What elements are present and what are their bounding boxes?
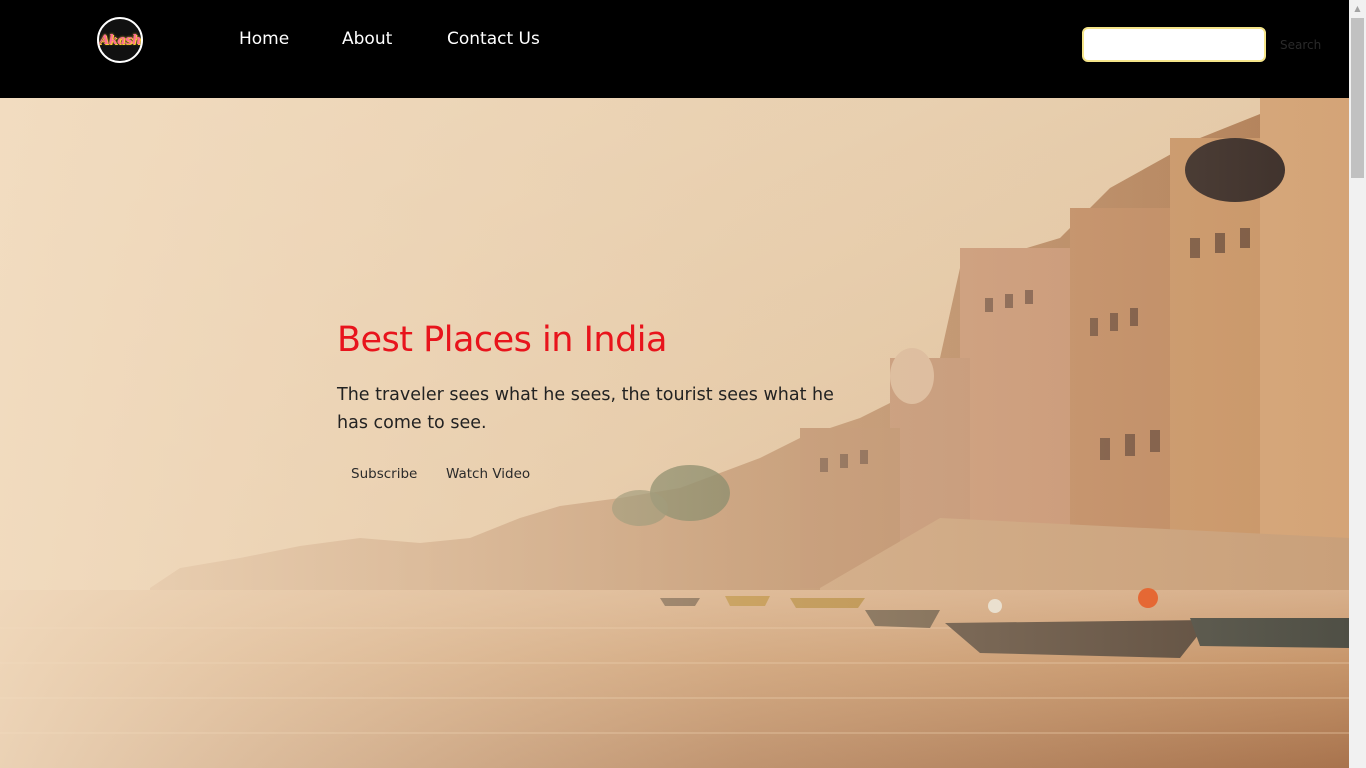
scroll-up-icon[interactable]: ▲ [1349,0,1366,17]
subscribe-button[interactable]: Subscribe [337,466,431,482]
nav-about-link[interactable]: About [342,29,392,49]
watch-video-button[interactable]: Watch Video [432,466,544,482]
hero-description: The traveler sees what he sees, the tour… [337,385,834,433]
search-input[interactable] [1082,27,1266,62]
navbar: Akash Home About Contact Us Search [0,0,1349,98]
search-button[interactable]: Search [1272,38,1329,52]
scrollbar-thumb[interactable] [1351,18,1364,178]
logo-text: Akash [99,32,141,48]
logo[interactable]: Akash [97,17,143,63]
hero-section: Best Places in India The traveler sees w… [0,98,1349,768]
hero-title: Best Places in India [337,320,667,360]
nav-contact-link[interactable]: Contact Us [447,29,540,49]
vertical-scrollbar[interactable]: ▲ [1349,0,1366,768]
nav-home-link[interactable]: Home [239,29,289,49]
